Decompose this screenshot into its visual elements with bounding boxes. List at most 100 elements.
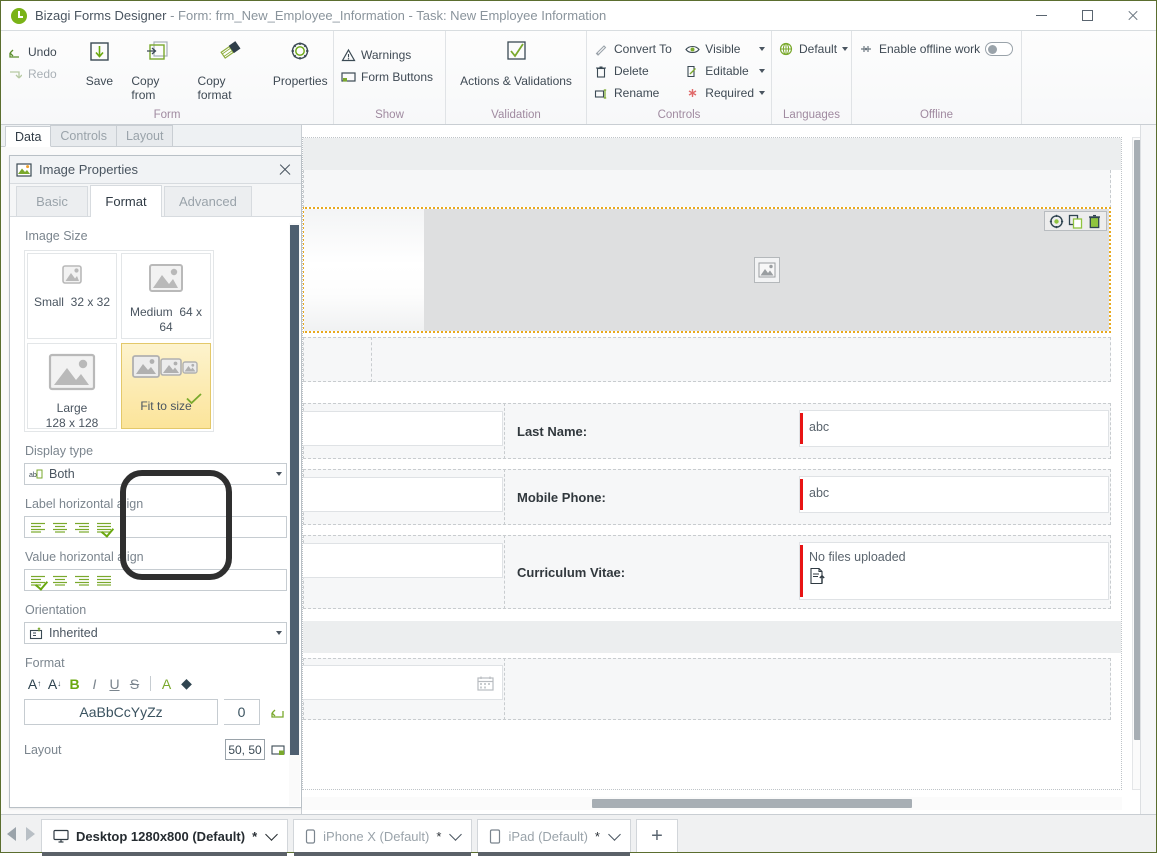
tab-controls[interactable]: Controls (50, 125, 117, 146)
duplicate-icon[interactable] (1068, 214, 1083, 229)
format-size-value[interactable]: 0 (224, 699, 260, 725)
globe-icon (778, 41, 794, 57)
device-tab-iphone-chevron-down-icon[interactable] (449, 828, 463, 841)
previous-tab-icon[interactable] (7, 827, 16, 841)
delete-trash-icon[interactable] (1087, 214, 1102, 229)
enable-offline-work-toggle[interactable] (985, 42, 1014, 56)
next-tab-icon[interactable] (26, 827, 35, 841)
field-value-last-name[interactable]: abc (799, 410, 1109, 447)
maximize-button[interactable] (1064, 1, 1110, 30)
image-size-options: Small 32 x 32 Medium 64 x 64 Large 128 x… (24, 250, 214, 432)
display-type-chevron-down-icon[interactable] (276, 472, 282, 476)
rename-button[interactable]: Rename (587, 82, 678, 104)
image-size-option-small[interactable]: Small 32 x 32 (27, 253, 117, 339)
ribbon-group-languages: Default Languages (772, 31, 852, 124)
label-align-right-button[interactable] (72, 518, 92, 536)
redo-button[interactable]: Redo (1, 63, 73, 85)
copy-format-button[interactable]: Copy format (192, 35, 268, 102)
image-control[interactable] (303, 207, 1111, 333)
actions-validations-button[interactable]: Actions & Validations (449, 35, 584, 88)
font-color-button[interactable]: A (158, 674, 175, 693)
bold-button[interactable]: B (66, 674, 83, 693)
value-align-right-button[interactable] (72, 571, 92, 589)
label-align-justify-button[interactable] (94, 518, 114, 536)
close-icon[interactable] (275, 160, 295, 180)
image-size-option-medium[interactable]: Medium 64 x 64 (121, 253, 211, 339)
editable-button[interactable]: Editable (678, 60, 771, 82)
tab-data[interactable]: Data (5, 126, 52, 147)
orientation-select[interactable]: Inherited (24, 622, 287, 644)
default-language-chevron-down-icon[interactable] (842, 47, 849, 51)
properties-button[interactable]: Properties (267, 35, 333, 88)
canvas-horizontal-scrollbar-thumb[interactable] (592, 799, 912, 808)
properties-gear-icon[interactable] (1049, 214, 1064, 229)
dialog-body: Image Size Small 32 x 32 Medium 64 x 64 … (10, 217, 301, 807)
warnings-button[interactable]: Warnings (334, 44, 445, 66)
device-tab-ipad-chevron-down-icon[interactable] (608, 828, 621, 841)
format-section-label: Format (25, 656, 65, 670)
form-column-split-4 (504, 658, 505, 720)
value-align-center-button[interactable] (50, 571, 70, 589)
field-value-curriculum-vitae[interactable]: No files uploaded (799, 542, 1109, 600)
value-align-justify-button[interactable] (94, 571, 114, 589)
form-field-left-blank-3[interactable] (303, 543, 503, 578)
ribbon-group-spacer (1022, 31, 1156, 124)
label-align-center-button[interactable] (50, 518, 70, 536)
properties-scrollbar[interactable] (289, 223, 300, 806)
device-tab-desktop[interactable]: Desktop 1280x800 (Default) * (41, 819, 289, 856)
italic-button[interactable]: I (86, 674, 103, 693)
tab-basic[interactable]: Basic (16, 186, 88, 216)
calendar-icon[interactable] (477, 675, 494, 691)
required-chevron-down-icon[interactable] (759, 91, 765, 95)
upload-file-icon[interactable] (809, 567, 827, 585)
visible-chevron-down-icon[interactable] (759, 47, 765, 51)
fill-color-button[interactable]: ◆ (178, 674, 195, 693)
display-type-select[interactable]: ab Both (24, 463, 287, 485)
increase-font-size-button[interactable]: A ↑ (26, 674, 43, 693)
format-divider (150, 676, 151, 691)
decrease-font-size-button[interactable]: A ↓ (46, 674, 63, 693)
copy-from-button[interactable]: Copy from (125, 35, 191, 102)
device-tab-desktop-modified: * (252, 828, 258, 844)
form-buttons-button[interactable]: Form Buttons (334, 66, 445, 88)
actions-validations-label: Actions & Validations (460, 74, 572, 88)
form-field-left-blank-1[interactable] (303, 411, 503, 446)
dialog-tabs: Basic Format Advanced (10, 184, 301, 217)
close-button[interactable] (1110, 1, 1156, 30)
device-tab-iphone[interactable]: iPhone X (Default) * (293, 819, 473, 856)
form-field-left-blank-2[interactable] (303, 477, 503, 512)
save-button[interactable]: Save (73, 35, 125, 88)
tab-layout[interactable]: Layout (115, 125, 174, 146)
convert-to-button[interactable]: Convert To (587, 38, 678, 60)
outer-scroll-gutter[interactable] (1140, 125, 1156, 814)
field-value-mobile-phone[interactable]: abc (799, 476, 1109, 513)
enable-offline-work-row[interactable]: Enable offline work (852, 38, 1021, 60)
image-size-option-fit-to-size[interactable]: Fit to size (121, 343, 211, 429)
properties-scrollbar-thumb[interactable] (290, 225, 299, 755)
orientation-chevron-down-icon[interactable] (276, 631, 282, 635)
delete-button[interactable]: Delete (587, 60, 678, 82)
image-size-option-large[interactable]: Large 128 x 128 (27, 343, 117, 430)
device-tab-desktop-chevron-down-icon[interactable] (265, 828, 279, 841)
underline-button[interactable]: U (106, 674, 123, 693)
offline-icon (858, 41, 874, 57)
required-indicator-mobile-phone (800, 479, 803, 510)
value-align-left-button[interactable] (28, 571, 48, 589)
reset-format-icon[interactable] (269, 699, 287, 725)
layout-picker-icon[interactable] (271, 743, 287, 757)
layout-value[interactable]: 50, 50 (225, 739, 265, 760)
minimize-button[interactable] (1018, 1, 1064, 30)
strikethrough-button[interactable]: S (126, 674, 143, 693)
undo-button[interactable]: Undo (1, 41, 73, 63)
tab-advanced[interactable]: Advanced (164, 186, 252, 216)
tab-format[interactable]: Format (90, 185, 162, 217)
device-tab-ipad[interactable]: iPad (Default) * (477, 819, 631, 856)
editable-chevron-down-icon[interactable] (759, 69, 765, 73)
required-button[interactable]: Required (678, 82, 771, 104)
default-language-button[interactable]: Default (772, 38, 852, 60)
label-align-left-button[interactable] (28, 518, 48, 536)
add-device-tab-button[interactable]: + (635, 819, 678, 852)
canvas-horizontal-scrollbar[interactable] (302, 797, 1122, 810)
form-field-date[interactable] (303, 665, 503, 700)
visible-button[interactable]: Visible (678, 38, 771, 60)
